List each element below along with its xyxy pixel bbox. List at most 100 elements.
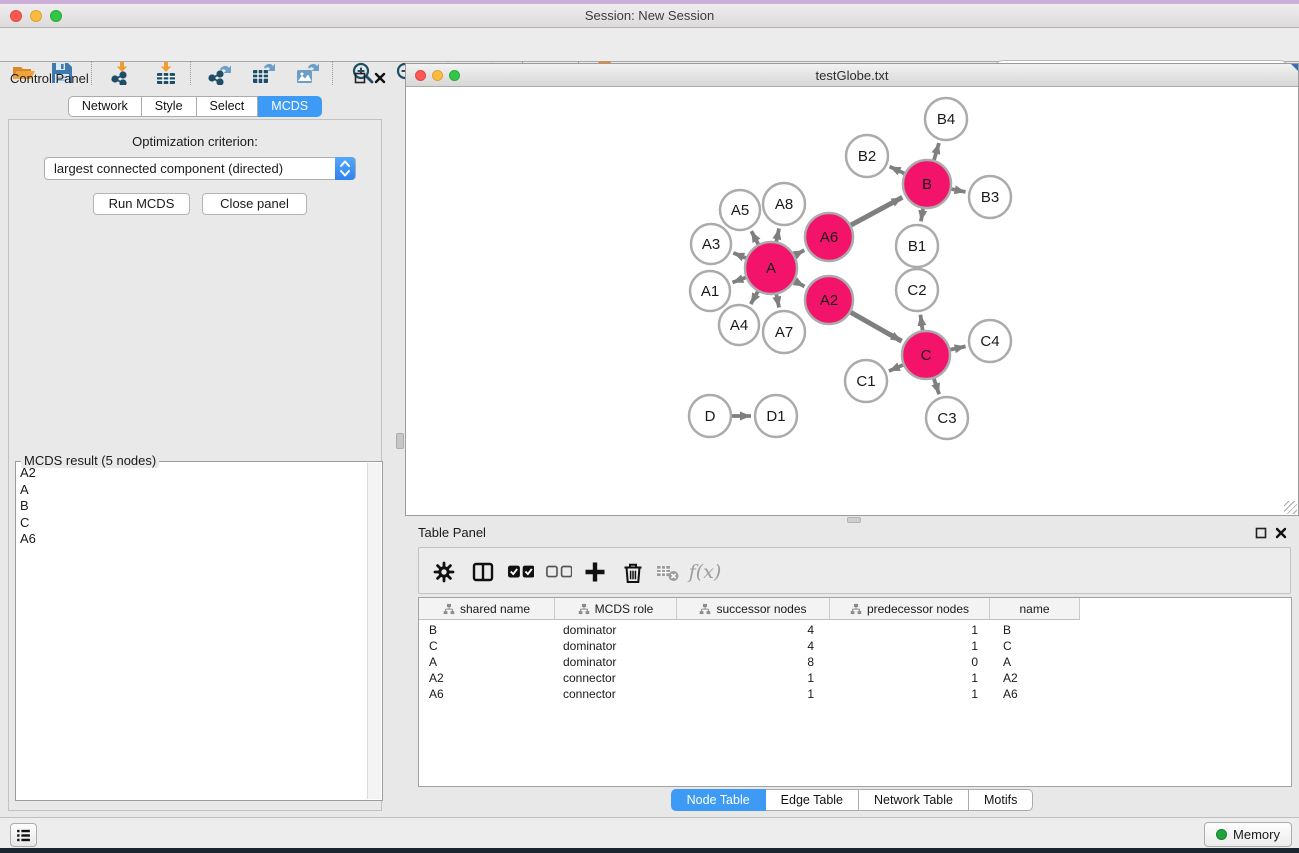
column-header-shared-name[interactable]: shared name — [419, 598, 555, 620]
edge-C-C2[interactable] — [920, 315, 922, 330]
graph-node-A6[interactable]: A6 — [805, 213, 853, 261]
edge-A2-C[interactable] — [851, 312, 902, 341]
criterion-select[interactable]: largest connected component (directed) — [44, 157, 356, 180]
export-table-icon[interactable] — [249, 59, 277, 87]
table-cell: A2 — [990, 670, 1080, 686]
deselect-all-icon[interactable] — [542, 557, 572, 587]
graph-node-A8[interactable]: A8 — [763, 183, 805, 225]
tab-style[interactable]: Style — [142, 96, 197, 117]
graph-node-A7[interactable]: A7 — [763, 311, 805, 353]
edge-C-C1[interactable] — [889, 365, 903, 371]
graph-node-B4[interactable]: B4 — [925, 98, 967, 140]
desktop-strip-bottom — [0, 848, 1299, 853]
graph-node-D1[interactable]: D1 — [755, 395, 797, 437]
edge-A-A4[interactable] — [751, 292, 758, 305]
graph-node-A4[interactable]: A4 — [719, 305, 759, 345]
function-builder-icon[interactable]: f(x) — [690, 557, 720, 587]
graph-node-B[interactable]: B — [903, 160, 951, 208]
graph-node-A3[interactable]: A3 — [691, 224, 731, 264]
optimization-criterion-label: Optimization criterion: — [9, 134, 381, 149]
graph-node-B3[interactable]: B3 — [969, 176, 1011, 218]
graph-node-B1[interactable]: B1 — [896, 225, 938, 267]
edge-A-A7[interactable] — [776, 294, 779, 307]
column-header-name[interactable]: name — [990, 598, 1080, 620]
add-column-icon[interactable] — [580, 557, 610, 587]
tab-network[interactable]: Network — [68, 96, 142, 117]
tab-select[interactable]: Select — [197, 96, 259, 117]
graph-node-A2[interactable]: A2 — [805, 276, 853, 324]
result-item[interactable]: C — [16, 515, 367, 532]
network-graph: B4 B2 B B3 A5A8A6 A3 B1 A A1 A2 C2 A4A7 C C4 C1 C3 D D1 — [406, 87, 1298, 515]
hierarchy-icon — [699, 603, 711, 615]
table-row[interactable]: Cdominator41C — [419, 638, 1080, 654]
delete-column-icon[interactable] — [618, 557, 648, 587]
result-item[interactable]: B — [16, 498, 367, 515]
edge-A-A6[interactable] — [795, 250, 804, 255]
table-row[interactable]: Bdominator41B — [419, 622, 1080, 638]
edge-A-A1[interactable] — [732, 278, 745, 283]
close-panel-icon[interactable] — [374, 72, 386, 84]
graph-node-A[interactable]: A — [745, 242, 797, 294]
tab-edge-table[interactable]: Edge Table — [766, 789, 859, 811]
result-scrollbar[interactable] — [367, 463, 381, 799]
graph-node-C[interactable]: C — [902, 331, 950, 379]
svg-text:C4: C4 — [980, 333, 999, 350]
task-history-button[interactable] — [10, 823, 37, 847]
edge-B-B1[interactable] — [921, 209, 923, 222]
result-item[interactable]: A — [16, 482, 367, 499]
edge-B-B3[interactable] — [951, 189, 965, 192]
result-item[interactable]: A6 — [16, 531, 367, 548]
delete-table-icon[interactable] — [653, 557, 683, 587]
gear-icon[interactable] — [429, 557, 459, 587]
graph-node-C3[interactable]: C3 — [926, 397, 968, 439]
edge-A-A3[interactable] — [733, 253, 746, 258]
edge-A6-B[interactable] — [851, 197, 902, 225]
import-table-icon[interactable] — [152, 59, 180, 87]
column-header-MCDS-role[interactable]: MCDS role — [555, 598, 677, 620]
table-cell: dominator — [555, 654, 677, 670]
horizontal-scrollbar-thumb[interactable] — [847, 517, 861, 523]
splitter-handle[interactable] — [396, 433, 404, 449]
edge-C-C4[interactable] — [950, 346, 965, 349]
toolbar-separator — [190, 61, 191, 85]
graph-node-C1[interactable]: C1 — [845, 360, 887, 402]
close-panel-button[interactable]: Close panel — [202, 193, 307, 215]
toolbar-separator — [332, 61, 333, 85]
close-table-panel-icon[interactable] — [1275, 527, 1287, 539]
run-mcds-button[interactable]: Run MCDS — [93, 193, 190, 215]
edge-C-C3[interactable] — [934, 379, 939, 395]
memory-button[interactable]: Memory — [1204, 822, 1292, 847]
edge-A-A8[interactable] — [776, 228, 779, 241]
import-network-icon[interactable] — [108, 59, 136, 87]
resize-grip-icon[interactable] — [1284, 501, 1297, 514]
graph-node-A5[interactable]: A5 — [720, 190, 760, 230]
graph-node-B2[interactable]: B2 — [846, 135, 888, 177]
tab-mcds[interactable]: MCDS — [258, 96, 322, 117]
table-row[interactable]: A6connector11A6 — [419, 686, 1080, 702]
tab-network-table[interactable]: Network Table — [859, 789, 969, 811]
column-header-successor-nodes[interactable]: successor nodes — [677, 598, 830, 620]
edge-B-B2[interactable] — [890, 167, 905, 174]
float-panel-icon[interactable] — [354, 72, 366, 84]
select-all-icon[interactable] — [504, 557, 534, 587]
tab-motifs[interactable]: Motifs — [969, 789, 1033, 811]
export-network-icon[interactable] — [206, 59, 234, 87]
column-header-predecessor-nodes[interactable]: predecessor nodes — [830, 598, 990, 620]
edge-A-A5[interactable] — [751, 231, 758, 244]
float-table-panel-icon[interactable] — [1255, 527, 1267, 539]
graph-node-C4[interactable]: C4 — [969, 320, 1011, 362]
export-image-icon[interactable] — [293, 59, 321, 87]
network-canvas[interactable]: B4 B2 B B3 A5A8A6 A3 B1 A A1 A2 C2 A4A7 C C4 C1 C3 D D1 — [406, 87, 1298, 515]
graph-node-A1[interactable]: A1 — [690, 271, 730, 311]
network-view-titlebar[interactable]: testGlobe.txt — [406, 64, 1298, 87]
edge-A-A2[interactable] — [795, 281, 805, 286]
table-row[interactable]: A2connector11A2 — [419, 670, 1080, 686]
table-row[interactable]: Adominator80A — [419, 654, 1080, 670]
table-cell: 1 — [830, 686, 990, 702]
tab-node-table[interactable]: Node Table — [671, 789, 766, 811]
edge-B-B4[interactable] — [934, 143, 939, 160]
svg-text:A3: A3 — [702, 236, 720, 253]
split-pane-icon[interactable] — [468, 557, 498, 587]
graph-node-D[interactable]: D — [689, 395, 731, 437]
graph-node-C2[interactable]: C2 — [896, 269, 938, 311]
